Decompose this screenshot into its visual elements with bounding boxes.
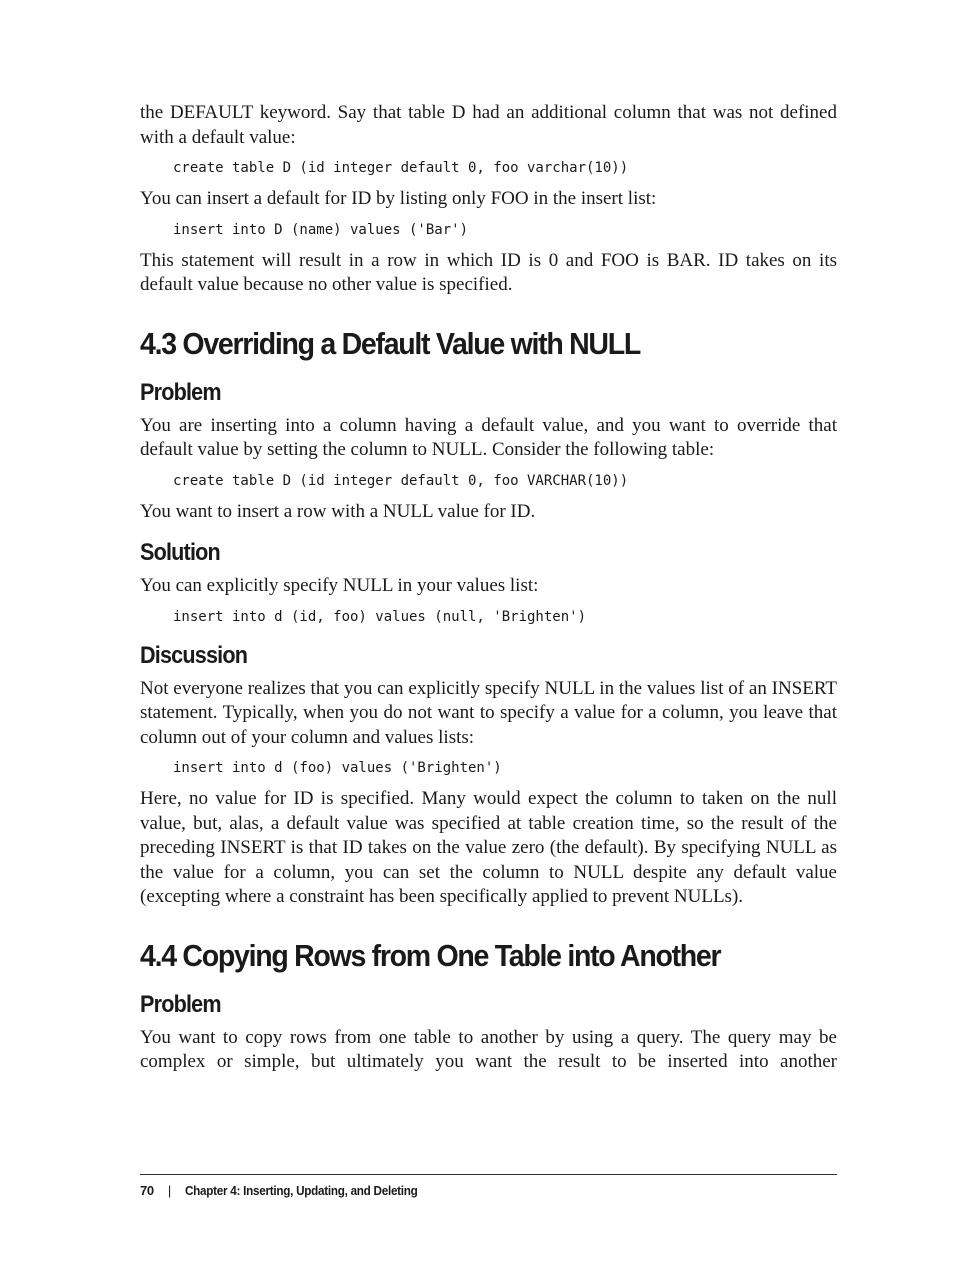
paragraph-result-row: This statement will result in a row in w…: [140, 249, 837, 296]
problem-text2-4-3: You want to insert a row with a NULL val…: [140, 500, 536, 522]
problem-heading-4-3: Problem: [140, 378, 222, 406]
problem-code-4-3: create table D (id integer default 0, fo…: [173, 472, 629, 489]
discussion-text1-4-3: Not everyone realizes that you can expli…: [140, 677, 837, 748]
section-title-4-4: 4.4 Copying Rows from One Table into Ano…: [140, 937, 722, 973]
problem-text-4-3: You are inserting into a column having a…: [140, 414, 837, 461]
code-create-table-d: create table D (id integer default 0, fo…: [173, 160, 629, 176]
discussion-heading-4-3: Discussion: [140, 641, 248, 669]
code-insert-into-d: insert into D (name) values ('Bar'): [173, 221, 469, 238]
footer-separator: |: [167, 1183, 171, 1198]
discussion-code-4-3: insert into d (foo) values ('Brighten'): [173, 760, 502, 776]
page-footer: 70 | Chapter 4: Inserting, Updating, and D…: [140, 1174, 837, 1198]
solution-code-4-3: insert into d (id, foo) values (null, 'B…: [173, 608, 587, 625]
paragraph-default-keyword: the DEFAULT keyword. Say that table D ha…: [140, 102, 837, 148]
chapter-title: Chapter 4: Inserting, Updating, and Dele…: [184, 1183, 418, 1198]
problem-heading-4-4: Problem: [140, 990, 222, 1018]
discussion-text2-4-3: Here, no value for ID is specified. Many…: [140, 788, 837, 907]
solution-heading-4-3: Solution: [140, 539, 221, 566]
section-title-4-3: 4.3 Overriding a Default Value with NULL: [140, 325, 641, 361]
solution-text-4-3: You can explicitly specify NULL in your …: [140, 575, 539, 596]
page-content: the DEFAULT keyword. Say that table D ha…: [140, 101, 837, 1083]
paragraph-insert-default: You can insert a default for ID by listi…: [140, 188, 657, 209]
page-number: 70: [140, 1183, 154, 1198]
problem-text-4-4: You want to copy rows from one table to …: [140, 1026, 837, 1073]
